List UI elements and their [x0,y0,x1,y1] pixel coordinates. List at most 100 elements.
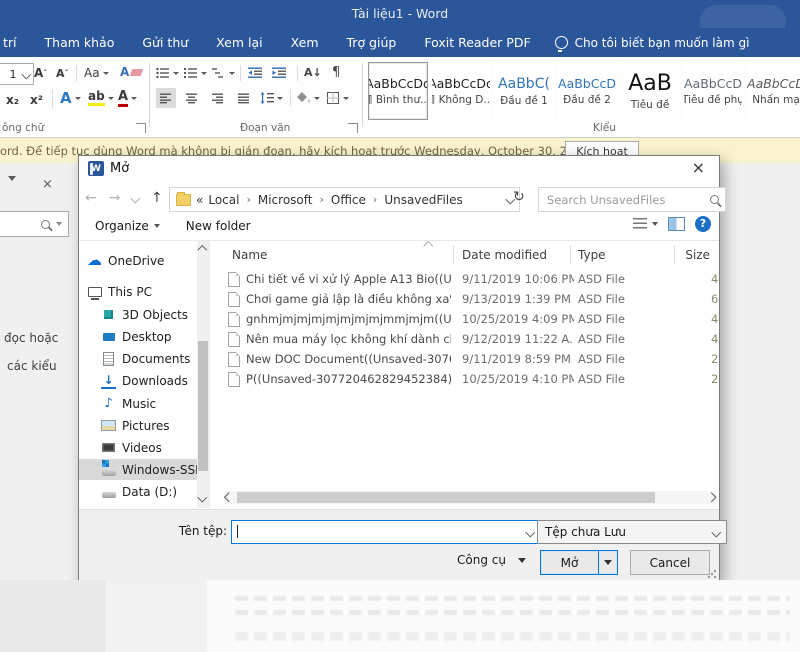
sidebar-item-documents[interactable]: Documents [79,348,209,369]
column-type[interactable]: Type [578,248,606,262]
close-icon[interactable]: × [688,158,709,177]
shrink-font-button[interactable]: Aˇ [56,63,69,83]
search-input[interactable] [545,192,710,208]
clear-formatting-button[interactable]: A [120,62,142,82]
sidebar-item-onedrive[interactable]: ☁ OneDrive [79,250,205,271]
style-emphasis[interactable]: AaBbCcD Nhấn mạ [746,62,800,120]
sidebar-scrollbar[interactable] [197,241,209,508]
scroll-right-icon[interactable] [706,493,715,502]
address-bar[interactable]: « Local › Microsoft › Office › UnsavedFi… [169,187,520,212]
align-center-button[interactable] [182,88,202,108]
tab-foxit-reader-pdf[interactable]: Foxit Reader PDF [410,35,544,50]
breadcrumb-microsoft[interactable]: Microsoft [258,193,313,207]
cancel-button[interactable]: Cancel [630,550,710,575]
tools-dropdown[interactable]: Công cụ [457,553,526,567]
column-date-modified[interactable]: Date modified [462,248,547,262]
up-icon[interactable]: ↑ [145,190,169,206]
recent-locations-chevron-icon[interactable] [131,193,140,202]
file-name-combobox[interactable] [231,520,539,544]
file-name-input[interactable] [237,524,527,540]
file-row[interactable]: New DOC Document((Unsaved-3076323... 9/1… [210,349,718,369]
change-case-button[interactable]: Aa [84,63,109,83]
superscript-button[interactable]: x² [30,90,43,110]
pane-search-box[interactable] [0,211,69,237]
font-dialog-launcher[interactable] [136,123,146,133]
search-box[interactable] [538,187,726,212]
sidebar-item-downloads[interactable]: ↓ Downloads [79,370,209,391]
file-row[interactable]: P((Unsaved-307720462829452384)).asd 10/2… [210,369,718,389]
sort-button[interactable]: A↓ [304,62,322,82]
scrollbar-thumb[interactable] [198,341,208,471]
change-view-button[interactable] [633,218,658,230]
style-heading2[interactable]: AaBbCcD Đầu đề 2 [557,62,617,120]
column-divider[interactable] [570,245,571,265]
file-row[interactable]: Chi tiết về vi xử lý Apple A13 Bio((Unsa… [210,269,718,289]
scrollbar-thumb[interactable] [237,492,655,503]
justify-button[interactable] [234,88,254,108]
help-icon[interactable]: ? [695,216,711,232]
multilevel-list-button[interactable] [212,63,235,83]
sidebar-item-3d-objects[interactable]: 3D Objects [79,304,209,325]
file-row[interactable]: gnhmjmjmjmjmjmjmjmjmmjmjm((Unsav... 10/2… [210,309,718,329]
align-right-button[interactable] [208,88,228,108]
breadcrumb-local[interactable]: Local [208,193,239,207]
file-row[interactable]: Nên mua máy lọc không khí dành cho%2... … [210,329,718,349]
preview-pane-icon[interactable] [668,217,685,231]
breadcrumb-office[interactable]: Office [331,193,366,207]
font-color-button[interactable]: A [118,88,137,108]
open-options-arrow[interactable] [598,551,617,574]
style-subtitle[interactable]: AaBbCcD Tiêu đề phụ [683,62,743,120]
forward-icon[interactable]: → [103,190,127,206]
sidebar-item-data-drive[interactable]: Data (D:) [79,481,209,502]
sidebar-item-pictures[interactable]: Pictures [79,415,209,436]
open-button[interactable]: Mở [541,551,598,574]
pane-close-icon[interactable]: × [42,177,53,192]
paragraph-dialog-launcher[interactable] [348,123,358,133]
horizontal-scrollbar[interactable] [224,491,716,504]
style-title[interactable]: AaB Tiêu đề [620,62,680,120]
bullets-button[interactable] [156,63,179,83]
resize-grip[interactable] [707,569,717,579]
sidebar-item-clipped[interactable] [79,503,209,508]
tab-references[interactable]: Tham khảo [31,35,129,50]
tab-view[interactable]: Xem [277,35,333,50]
tab-mailings[interactable]: Gửi thư [128,35,202,50]
sidebar-item-videos[interactable]: Videos [79,437,209,458]
sidebar-item-windows-ssd[interactable]: Windows-SSD (C [79,459,209,480]
font-size-combobox[interactable]: 1 [0,63,34,85]
tell-me-box[interactable]: Cho tôi biết bạn muốn làm gì [545,36,750,50]
tab-help[interactable]: Trợ giúp [333,35,411,50]
tab-layout-partial[interactable]: trí [0,35,31,50]
refresh-icon[interactable]: ↻ [513,189,525,205]
open-split-button[interactable]: Mở [540,550,618,575]
style-heading1[interactable]: AaBbC( Đầu đề 1 [494,62,554,120]
grow-font-button[interactable]: Aˆ [34,63,47,83]
scroll-down-icon[interactable] [198,492,207,501]
align-left-button[interactable] [156,88,176,108]
back-icon[interactable]: ← [79,190,103,206]
new-folder-button[interactable]: New folder [186,219,251,233]
tab-review[interactable]: Xem lại [202,35,276,50]
highlight-color-button[interactable]: ab [88,88,114,108]
increase-indent-button[interactable] [272,63,287,83]
file-row[interactable]: Chơi game giả lập là điều không xa%2((..… [210,289,718,309]
column-name[interactable]: Name [232,248,267,262]
subscript-button[interactable]: x₂ [6,90,19,110]
line-spacing-button[interactable] [260,88,283,108]
sidebar-item-this-pc[interactable]: This PC [79,281,205,302]
numbering-button[interactable] [184,63,207,83]
shading-button[interactable] [297,88,320,108]
organize-button[interactable]: Organize [95,219,160,233]
pilcrow-button[interactable]: ¶ [332,62,340,82]
borders-button[interactable] [327,88,349,108]
text-effects-button[interactable]: A [60,88,81,108]
style-normal[interactable]: AaBbCcDd ¶ Bình thư... [368,62,428,120]
column-divider[interactable] [674,245,675,265]
scroll-up-icon[interactable] [198,246,207,255]
column-divider[interactable] [453,245,454,265]
column-size[interactable]: Size [685,248,710,262]
style-no-spacing[interactable]: AaBbCcDd ¶ Không D... [431,62,491,120]
sidebar-item-music[interactable]: ♪ Music [79,393,209,414]
breadcrumb-unsavedfiles[interactable]: UnsavedFiles [384,193,462,207]
sidebar-item-desktop[interactable]: Desktop [79,326,209,347]
